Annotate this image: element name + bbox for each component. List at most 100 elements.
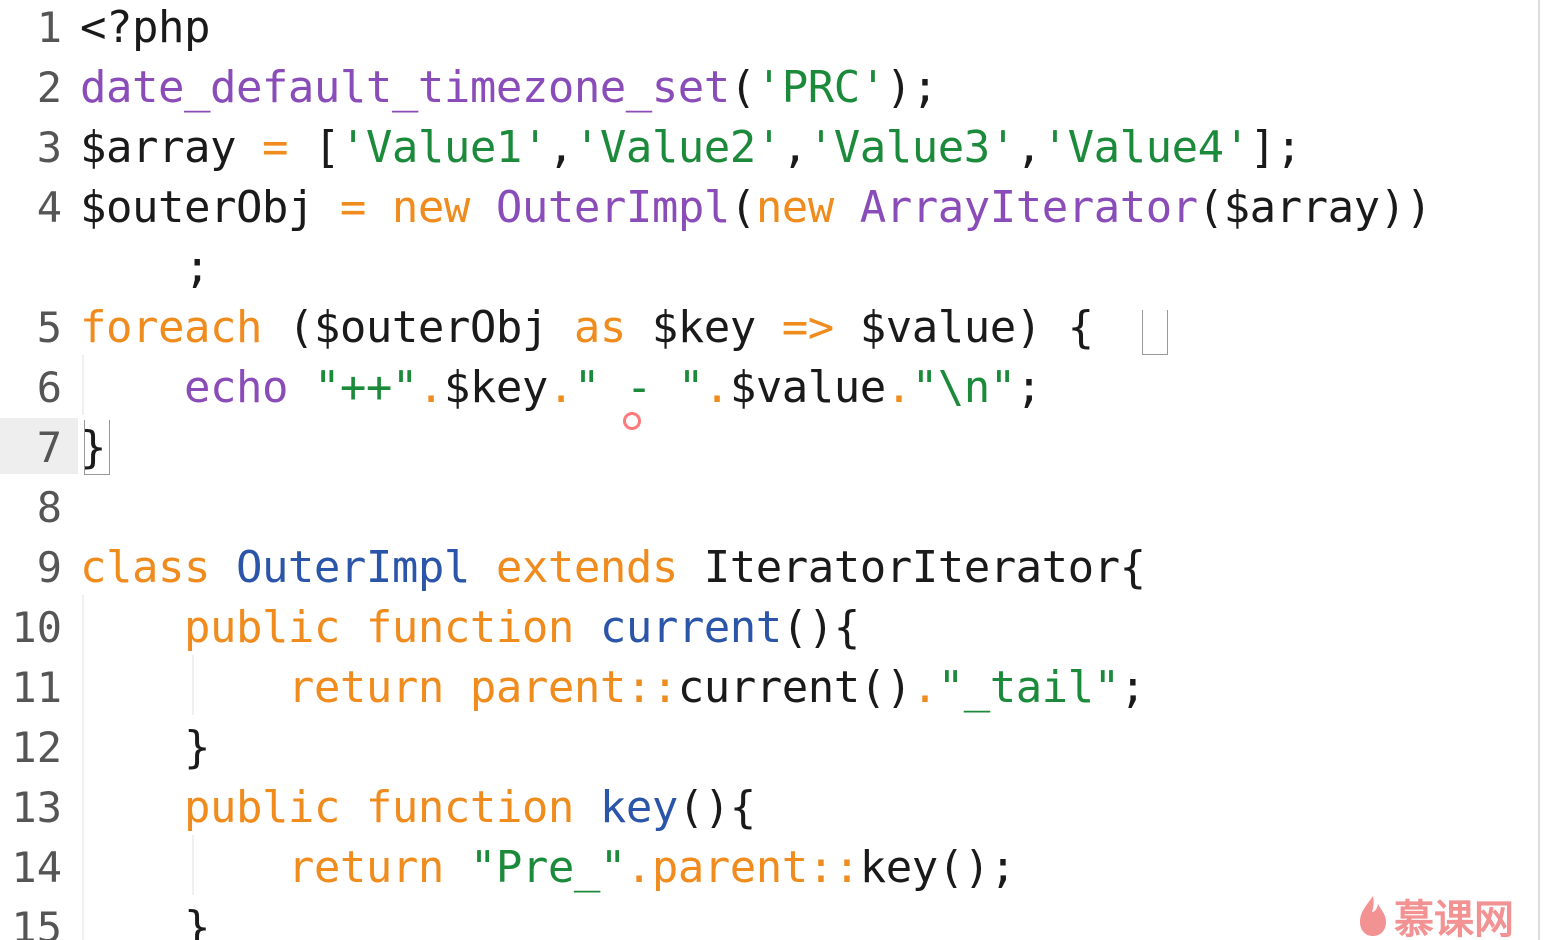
code-token: (){ [781, 602, 860, 653]
code-token: OuterImpl [495, 182, 730, 233]
code-line: public function current(){ [80, 598, 860, 658]
code-line: } [80, 898, 210, 940]
code-token: $value) { [833, 302, 1094, 353]
line-number: 4 [36, 183, 62, 232]
code-token: = [261, 122, 289, 173]
watermark: 慕课网 [1356, 892, 1514, 940]
code-token: $array [80, 122, 262, 173]
line-number: 3 [36, 123, 62, 172]
code-line: $outerObj = new OuterImpl(new ArrayItera… [80, 178, 1432, 238]
code-token: . [547, 362, 575, 413]
editor-right-edge [1538, 0, 1551, 940]
code-token: parent:: [651, 842, 860, 893]
code-token: function [365, 602, 574, 653]
code-token: . [885, 362, 913, 413]
line-number: 10 [11, 603, 62, 652]
line-number: 14 [11, 843, 62, 892]
code-token: $value [729, 362, 886, 413]
code-line: return "Pre_".parent::key(); [80, 838, 1016, 898]
code-token: . [417, 362, 445, 413]
click-indicator-icon [623, 412, 641, 430]
line-number: 5 [36, 303, 62, 352]
code-token: (){ [677, 782, 756, 833]
code-token: " - " [573, 362, 704, 413]
code-token: function [365, 782, 574, 833]
code-line: return parent::current()."_tail"; [80, 658, 1146, 718]
code-token: class [80, 542, 210, 593]
code-token: current [599, 602, 782, 653]
code-token: key [599, 782, 678, 833]
code-line: } [80, 718, 210, 778]
code-token: return [287, 662, 444, 713]
code-editor[interactable]: 1 2 3 4 5 6 7 8 9 10 11 12 13 14 15 <?php date_default_… [0, 0, 1551, 940]
code-line: date_default_timezone_set('PRC'); [80, 58, 938, 118]
code-token: 'Value3' [807, 122, 1016, 173]
code-token: public [183, 782, 340, 833]
flame-icon [1360, 896, 1386, 936]
line-number: 1 [36, 3, 62, 52]
code-token: 'Value1' [339, 122, 548, 173]
code-token: . [911, 662, 939, 713]
code-token: "\n" [911, 362, 1016, 413]
line-number: 2 [36, 63, 62, 112]
code-token: OuterImpl [235, 542, 470, 593]
code-token: new [755, 182, 834, 233]
code-token: $outerObj [80, 182, 340, 233]
code-line: class OuterImpl extends IteratorIterator… [80, 538, 1146, 598]
code-token: ( [729, 62, 757, 113]
code-token: 'PRC' [755, 62, 886, 113]
code-text-area[interactable]: <?php date_default_timezone_set('PRC'); $a… [80, 0, 1540, 940]
line-number: 11 [11, 663, 62, 712]
code-token: "++" [313, 362, 418, 413]
code-token: <?php [80, 2, 210, 53]
line-number: 13 [11, 783, 62, 832]
code-line: foreach ($outerObj as $key => $value) { [80, 298, 1094, 358]
code-token: IteratorIterator{ [677, 542, 1146, 593]
code-token: ($array)) [1197, 182, 1432, 233]
code-token: return [287, 842, 444, 893]
code-line: $array = ['Value1','Value2','Value3','Va… [80, 118, 1302, 178]
code-token: ($outerObj [261, 302, 574, 353]
line-number: 7 [36, 423, 62, 472]
line-number: 12 [11, 723, 62, 772]
matching-brace-marker [1142, 310, 1168, 355]
line-number: 8 [36, 483, 62, 532]
code-token: . [625, 842, 653, 893]
line-number: 6 [36, 363, 62, 412]
matching-brace-marker [84, 420, 110, 475]
code-token: ); [885, 62, 938, 113]
code-token: 'Value4' [1041, 122, 1250, 173]
code-token: foreach [80, 302, 262, 353]
code-token: 'Value2' [573, 122, 782, 173]
code-token: } [80, 902, 210, 940]
code-line: ; [80, 238, 210, 298]
line-number: 15 [11, 903, 62, 940]
code-token: = [339, 182, 367, 233]
code-token: parent:: [469, 662, 678, 713]
code-token: , [1015, 122, 1043, 173]
code-token: date_default_timezone_set [80, 62, 730, 113]
code-token: "Pre_" [469, 842, 626, 893]
code-token: ( [729, 182, 757, 233]
code-token: . [703, 362, 731, 413]
code-token: ArrayIterator [859, 182, 1198, 233]
code-token: "_tail" [937, 662, 1120, 713]
code-token: ; [1015, 362, 1043, 413]
watermark-text: 慕课网 [1394, 897, 1514, 940]
code-token: key(); [859, 842, 1016, 893]
code-token: public [183, 602, 340, 653]
code-token: ; [80, 242, 210, 293]
